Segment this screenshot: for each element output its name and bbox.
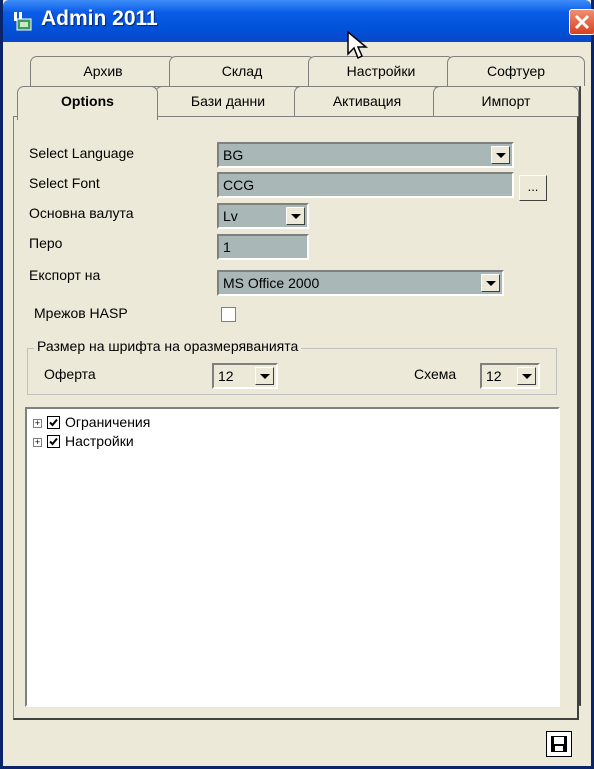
checkmark-icon	[49, 418, 58, 427]
scheme-size-select[interactable]: 12	[480, 363, 540, 389]
chevron-down-icon[interactable]	[481, 274, 500, 292]
tab-options[interactable]: Options	[17, 86, 158, 120]
title-bar[interactable]: Admin 2011	[3, 0, 594, 42]
offer-label: Оферта	[44, 366, 96, 382]
app-window-icon	[14, 12, 32, 31]
checkmark-icon	[49, 437, 58, 446]
pen-field[interactable]: 1	[217, 234, 309, 260]
export-select[interactable]: MS Office 2000	[217, 270, 504, 296]
export-label: Експорт на	[29, 267, 101, 283]
options-panel: Select Language BG Select Font CCG ... О…	[13, 116, 579, 720]
tree-checkbox[interactable]	[47, 435, 60, 448]
hasp-checkbox[interactable]	[221, 307, 236, 322]
options-tree[interactable]: + Ограничения + Настройки	[25, 407, 560, 707]
dimension-group-title: Размер на шрифта на оразмеряванията	[34, 338, 302, 354]
tree-checkbox[interactable]	[47, 416, 60, 429]
chevron-down-icon[interactable]	[517, 367, 536, 385]
chevron-down-icon[interactable]	[491, 146, 510, 164]
language-select[interactable]: BG	[217, 142, 514, 168]
tab-activation[interactable]: Активация	[294, 86, 440, 116]
close-button[interactable]	[569, 9, 594, 35]
dimension-font-group	[27, 348, 557, 395]
offer-size-select[interactable]: 12	[212, 363, 278, 389]
tab-settings[interactable]: Настройки	[308, 56, 454, 86]
chevron-down-icon[interactable]	[286, 207, 305, 225]
currency-select[interactable]: Lv	[217, 203, 309, 229]
window-title: Admin 2011	[41, 7, 158, 30]
font-browse-button[interactable]: ...	[519, 175, 547, 201]
tab-software[interactable]: Софтуер	[447, 56, 585, 86]
hasp-label: Мрежов HASP	[34, 305, 128, 321]
close-icon	[574, 14, 590, 30]
font-field[interactable]: CCG	[217, 172, 514, 198]
chevron-down-icon[interactable]	[255, 367, 274, 385]
pen-label: Перо	[29, 235, 63, 251]
scheme-label: Схема	[414, 366, 457, 382]
mouse-cursor-icon	[347, 30, 369, 60]
currency-label: Основна валута	[29, 205, 134, 221]
expand-icon[interactable]: +	[33, 438, 42, 447]
tab-import[interactable]: Импорт	[433, 86, 579, 116]
font-label: Select Font	[29, 175, 100, 191]
admin-window: Admin 2011 Архив Склад Настройки Софтуер…	[0, 0, 594, 769]
save-disk-icon	[551, 736, 567, 752]
tab-databases[interactable]: Бази данни	[155, 86, 301, 116]
tab-archive[interactable]: Архив	[30, 56, 176, 86]
tab-warehouse[interactable]: Склад	[169, 56, 315, 86]
language-label: Select Language	[29, 145, 135, 161]
save-button[interactable]	[546, 731, 572, 757]
expand-icon[interactable]: +	[33, 419, 42, 428]
